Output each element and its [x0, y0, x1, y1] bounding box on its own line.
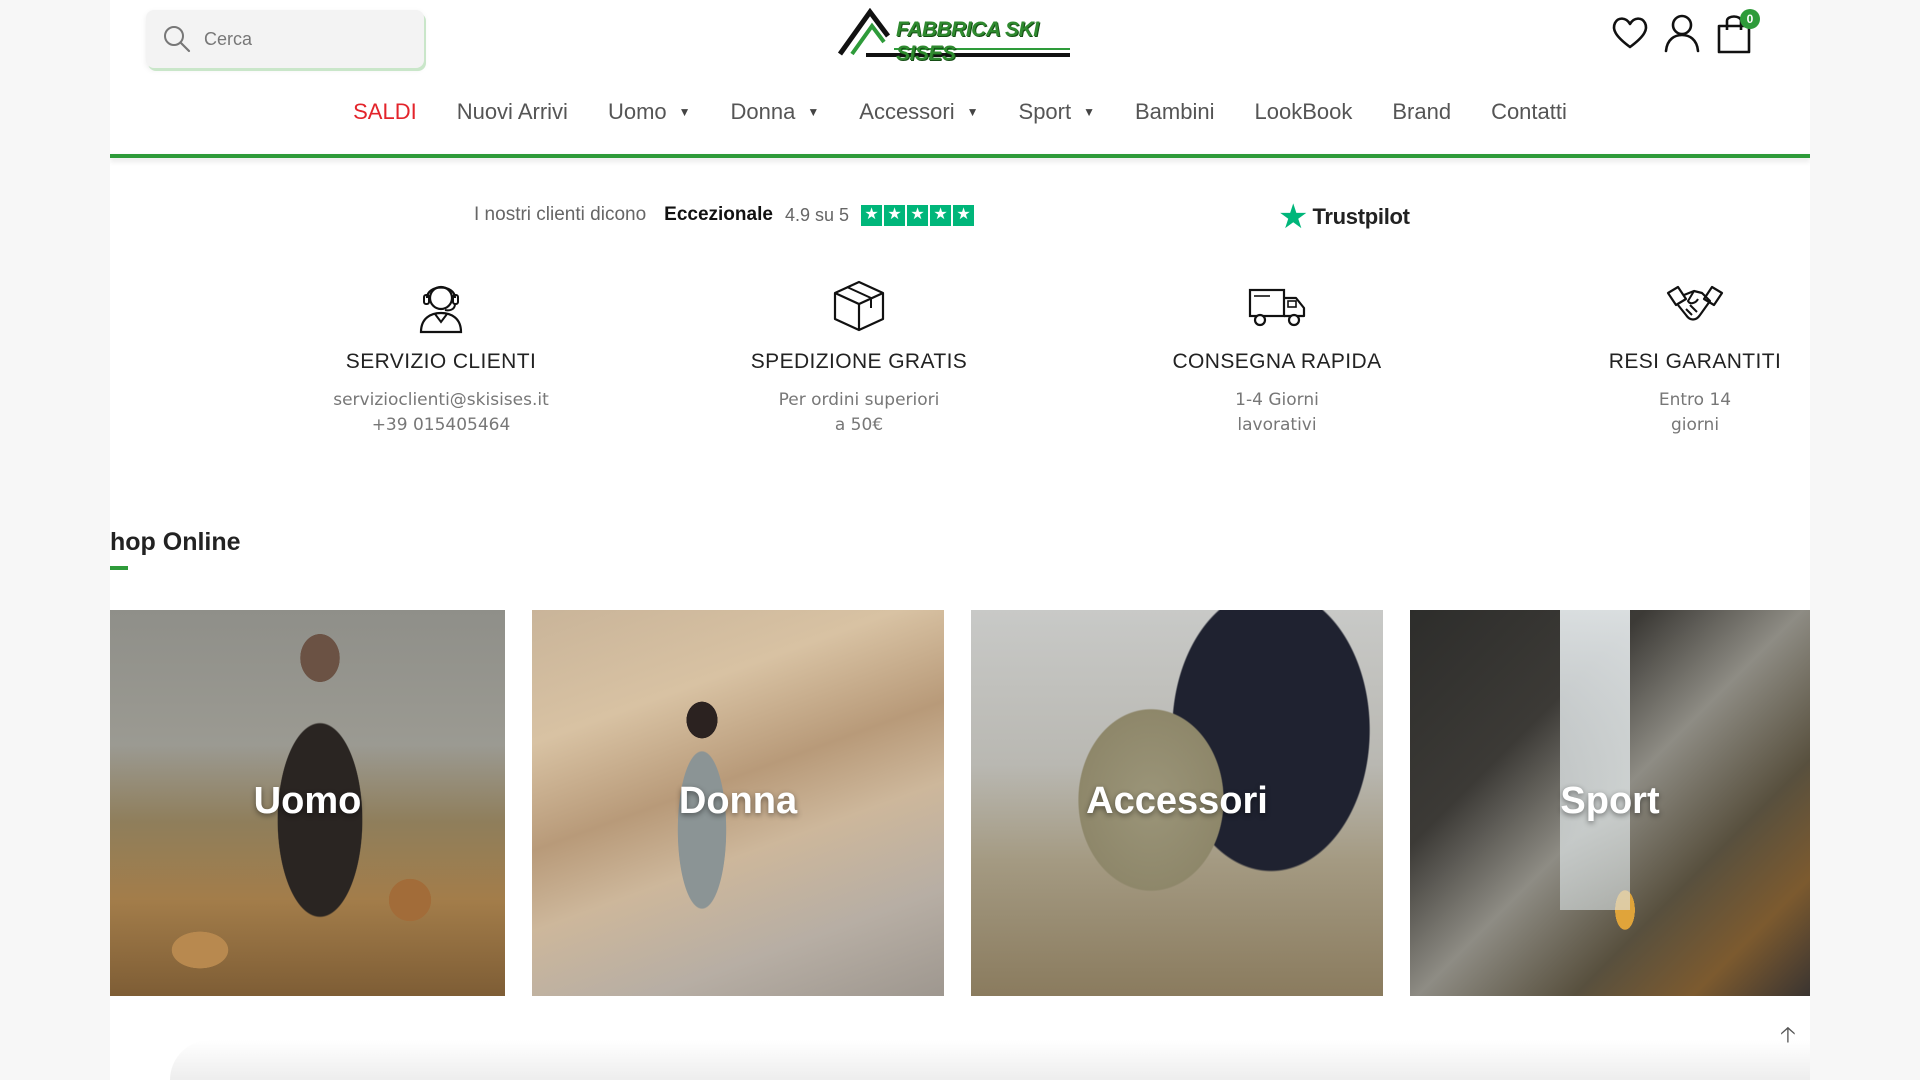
footer-shadow	[170, 1040, 1810, 1080]
feature-title: CONSEGNA RAPIDA	[1172, 350, 1382, 373]
feature-title: SPEDIZIONE GRATIS	[750, 350, 968, 373]
star-icon: ★	[883, 204, 905, 226]
star-icon: ★	[860, 204, 882, 226]
star-icon: ★	[929, 204, 951, 226]
feature-line: lavorativi	[1237, 415, 1317, 435]
box-icon	[679, 276, 1039, 336]
feature-title: RESI GARANTITI	[1608, 350, 1782, 373]
nav-label: Donna	[730, 99, 796, 124]
nav-item-brand[interactable]: Brand	[1372, 99, 1471, 125]
main-nav: SALDI Nuovi Arrivi Uomo ▼ Donna ▼ Accessor…	[110, 90, 1810, 134]
star-icon: ★	[906, 204, 928, 226]
search-box[interactable]	[146, 10, 424, 68]
features-row: SERVIZIO CLIENTI servizioclienti@skisise…	[110, 276, 1810, 436]
feature-line: giorni	[1670, 415, 1720, 435]
nav-item-lookbook[interactable]: LookBook	[1234, 99, 1372, 125]
account-button[interactable]	[1662, 11, 1702, 55]
feature-line: Entro 14	[1658, 390, 1732, 410]
feature-line: 1-4 Giorni	[1235, 390, 1319, 410]
user-icon	[1664, 14, 1700, 53]
feature-line[interactable]: servizioclienti@skisises.it	[261, 388, 621, 413]
nav-label: Uomo	[607, 99, 667, 124]
category-label: Sport	[1560, 780, 1660, 822]
nav-label: Accessori	[859, 99, 955, 124]
trust-summary: I nostri clienti dicono Eccezionale 4.9 …	[474, 204, 974, 226]
feature-title: SERVIZIO CLIENTI	[345, 350, 537, 373]
nav-item-accessori[interactable]: Accessori ▼	[839, 99, 998, 125]
chevron-down-icon: ▼	[966, 105, 979, 119]
chevron-down-icon: ▼	[807, 105, 820, 119]
chevron-down-icon: ▼	[678, 105, 691, 119]
trustpilot-logo[interactable]: ★ Trustpilot	[1278, 200, 1410, 234]
trust-stars: ★ ★ ★ ★ ★	[860, 204, 974, 226]
nav-label: SALDI	[353, 99, 417, 124]
category-label: Uomo	[253, 780, 362, 822]
site-logo[interactable]: FABBRICA SKI SISES	[837, 7, 1078, 65]
trust-says-text: I nostri clienti dicono	[474, 204, 647, 225]
feature-line[interactable]: +39 015405464	[261, 413, 621, 438]
nav-label: Bambini	[1135, 99, 1215, 124]
chevron-down-icon: ▼	[1083, 105, 1095, 119]
feature-free-shipping: SPEDIZIONE GRATIS Per ordini superiori a…	[679, 276, 1039, 438]
category-label: Donna	[678, 780, 798, 822]
category-grid: Uomo Donna Accessori Sport	[110, 610, 1810, 996]
category-label: Accessori	[1086, 780, 1268, 822]
nav-label: LookBook	[1254, 99, 1353, 124]
nav-item-nuovi-arrivi[interactable]: Nuovi Arrivi	[437, 99, 588, 125]
search-icon[interactable]	[162, 24, 192, 54]
nav-item-sport[interactable]: Sport ▼	[999, 99, 1115, 125]
wishlist-button[interactable]	[1610, 11, 1650, 55]
category-card-accessori[interactable]: Accessori	[971, 610, 1383, 996]
feature-fast-delivery: CONSEGNA RAPIDA 1-4 Giorni lavorativi	[1097, 276, 1457, 438]
page: FABBRICA SKI SISES 0	[110, 0, 1810, 1080]
nav-item-contatti[interactable]: Contatti	[1471, 99, 1587, 125]
feature-line: a 50€	[834, 415, 884, 435]
nav-label: Contatti	[1491, 99, 1567, 124]
customer-service-icon	[261, 276, 621, 336]
feature-customer-service: SERVIZIO CLIENTI servizioclienti@skisise…	[261, 276, 621, 438]
section-title: hop Online	[110, 528, 241, 556]
search-input[interactable]	[204, 28, 384, 50]
category-card-sport[interactable]: Sport	[1410, 610, 1810, 996]
trustpilot-name: Trustpilot	[1312, 204, 1410, 229]
header-actions: 0	[1610, 8, 1760, 58]
logo-text: FABBRICA SKI SISES	[896, 18, 1039, 65]
handshake-icon	[1515, 276, 1810, 336]
section-title-accent	[110, 566, 128, 570]
cart-count-badge: 0	[1740, 9, 1760, 29]
feature-guaranteed-returns: RESI GARANTITI Entro 14 giorni	[1515, 276, 1810, 438]
header-divider	[110, 154, 1810, 158]
scroll-to-top-icon[interactable]: 🡡	[1780, 1018, 1796, 1056]
star-icon: ★	[952, 204, 974, 226]
nav-item-saldi[interactable]: SALDI	[333, 99, 437, 125]
cart-button[interactable]: 0	[1714, 9, 1760, 55]
heart-icon	[1612, 17, 1648, 49]
truck-icon	[1097, 276, 1457, 336]
trust-score-text: 4.9 su 5	[784, 204, 849, 225]
trustpilot-widget[interactable]: I nostri clienti dicono Eccezionale 4.9 …	[110, 198, 1810, 238]
nav-label: Nuovi Arrivi	[456, 99, 568, 124]
category-card-uomo[interactable]: Uomo	[110, 610, 505, 996]
nav-label: Brand	[1392, 99, 1452, 124]
trustpilot-star-icon: ★	[1278, 198, 1309, 236]
nav-label: Sport	[1018, 99, 1072, 124]
feature-line: Per ordini superiori	[778, 390, 940, 410]
nav-item-uomo[interactable]: Uomo ▼	[588, 99, 711, 125]
category-card-donna[interactable]: Donna	[532, 610, 944, 996]
trust-rating-text: Eccezionale	[664, 204, 773, 225]
site-header: FABBRICA SKI SISES 0	[110, 0, 1810, 158]
nav-item-bambini[interactable]: Bambini	[1115, 99, 1234, 125]
nav-item-donna[interactable]: Donna ▼	[711, 99, 840, 125]
